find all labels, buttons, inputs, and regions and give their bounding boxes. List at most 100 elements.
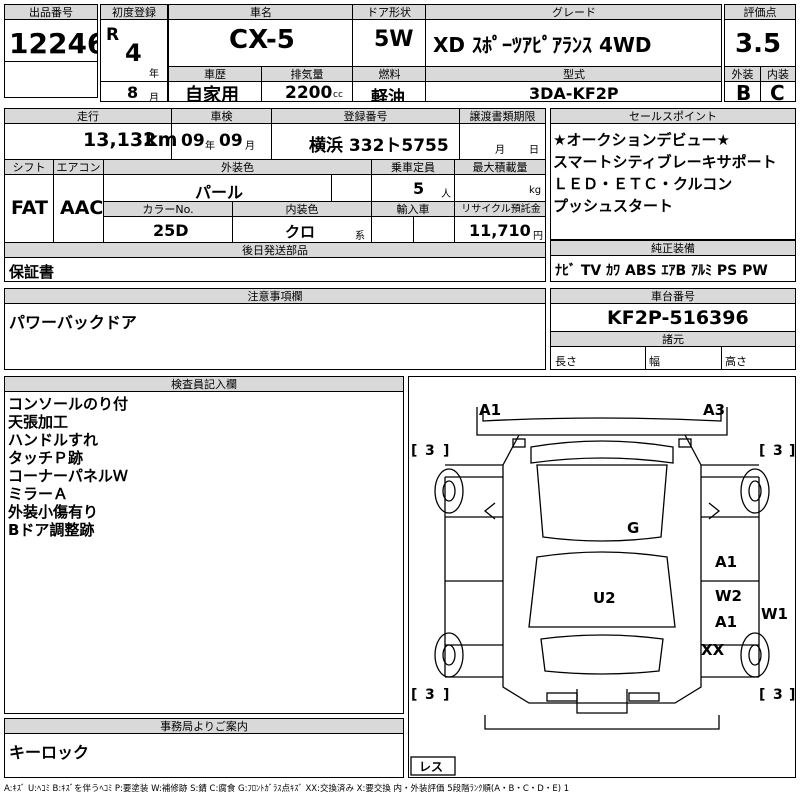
displacement-label: 排気量 [262,67,352,82]
car-diagram: A1 A3 G A1 W2 A1 W1 U2 XX [3] [3] [3] [3… [410,401,795,776]
score-label: 評価点 [725,5,795,20]
recycle-deposit: 11,710 [469,221,531,240]
era: R [106,25,120,45]
exterior-color: パール [195,183,244,202]
inspector-note: コンソールのり付 [8,395,129,413]
inspector-label: 検査員記入欄 [5,377,403,392]
caution-box: 注意事項欄 パワーバックドア [4,288,546,370]
grade: XD ｽﾎﾟｰﾂｱﾋﾟｱﾗﾝｽ 4WD [433,33,652,57]
tire-tread: 3 [773,443,783,459]
month-suffix: 月 [149,93,159,102]
interior-color-suffix: 系 [355,231,365,242]
spare-tire: レス [419,760,443,774]
deferred-parts-label: 後日発送部品 [5,243,545,258]
inspector-note: ハンドルすれ [8,431,99,449]
sales-point-line: プッシュスタート [553,197,674,215]
registration-number: 横浜 332ト5755 [309,136,449,156]
svg-text:]: ] [789,443,795,459]
svg-text:[: [ [759,687,765,703]
shift-label: シフト [5,160,53,175]
door-label: ドア形状 [353,5,425,20]
svg-text:]: ] [443,443,449,459]
tire-tread: 3 [425,443,435,459]
lot-number-label: 出品番号 [5,5,97,20]
damage-mark: W1 [761,605,788,623]
height-label: 高さ [725,355,747,368]
model-name: CX-5 [229,25,295,55]
svg-text:]: ] [789,687,795,703]
color-number-label: カラーNo. [104,202,232,217]
caution: パワーバックドア [9,313,137,332]
lot-number: 12246 [9,27,98,60]
registration-number-label: 登録番号 [272,109,459,124]
interior-grade: C [770,81,785,102]
length-label: 長さ [555,355,577,368]
inspector-note: タッチＰ跡 [8,449,84,467]
damage-mark: A1 [479,401,501,419]
shift: FAT [11,197,48,219]
vehicle-details: 走行 車検 登録番号 譲渡書類期限 13,132 km 09 年 09 月 横浜… [4,108,546,282]
sales-point-line: スマートシティブレーキサポート [553,153,777,171]
grade-label: グレード [426,5,721,20]
equipment: ﾅﾋﾞ TV ｶﾜ ABS ｴｱB ｱﾙﾐ PS PW [555,263,768,279]
score-box: 評価点 3.5 外装 内装 B C [724,4,796,102]
year-suffix: 年 [149,69,159,80]
inspection-label: 車検 [172,109,271,124]
import-label: 輸入車 [372,202,454,217]
mileage-label: 走行 [5,109,171,124]
damage-mark: XX [701,641,725,659]
capacity-label: 乗車定員 [372,160,454,175]
score: 3.5 [735,29,782,59]
fuel-label: 燃料 [353,67,426,82]
sales-point-line: ★オークションデビュー★ [553,131,730,149]
legend: A:ｷｽﾞ U:ﾍｺﾐ B:ｷｽﾞを伴うﾍｺﾐ P:要塗装 W:補修跡 S:錆 … [4,784,570,794]
first-registration-label: 初度登録 [101,5,167,20]
damage-mark: W2 [715,587,742,605]
registration-year: 4 [125,39,142,67]
width-label: 幅 [649,355,660,368]
transfer-day: 日 [529,145,539,156]
svg-text:[: [ [411,687,417,703]
inspector-note: コーナーパネルＷ [8,467,128,485]
svg-text:[: [ [411,443,417,459]
exterior-grade: B [736,81,752,102]
inspection-month-suffix: 月 [245,141,255,152]
max-load-unit: kg [529,185,542,196]
history: 自家用 [185,85,239,102]
equipment-box: 純正装備 ﾅﾋﾞ TV ｶﾜ ABS ｴｱB ｱﾙﾐ PS PW [550,240,796,282]
chassis-number: KF2P-516396 [607,307,749,329]
caution-label: 注意事項欄 [5,289,545,304]
registration-month: 8 [127,83,139,102]
inspector-note: ミラーＡ [8,485,69,503]
interior-grade-label: 内装 [761,67,795,82]
inspector-note: 外装小傷有り [8,503,99,521]
office-label: 事務局よりご案内 [5,719,403,734]
chassis-box: 車台番号 KF2P-516396 諸元 長さ 幅 高さ [550,288,796,370]
door-type: 5W [374,27,414,52]
displacement: 2200 [285,83,333,102]
capacity: 5 [413,179,425,198]
sales-points-box: セールスポイント ★オークションデビュー★ スマートシティブレーキサポート ＬＥ… [550,108,796,240]
transfer-month: 月 [495,145,505,156]
tire-tread: 3 [773,687,783,703]
inspector-box: 検査員記入欄 コンソールのり付 天張加工 ハンドルすれ タッチＰ跡 コーナーパネ… [4,376,404,714]
max-load-label: 最大積載量 [455,160,545,175]
damage-mark: A1 [715,613,737,631]
displacement-unit: cc [333,90,343,100]
chassis-label: 車台番号 [551,289,795,304]
type-label: 型式 [426,67,721,82]
inspection-year: 09 [181,131,205,151]
damage-mark: U2 [593,589,616,607]
damage-mark: A3 [703,401,725,419]
history-label: 車歴 [169,67,261,82]
inspector-note: 天張加工 [8,413,69,431]
svg-text:]: ] [443,687,449,703]
equipment-label: 純正装備 [551,241,795,256]
damage-diagram-box: A1 A3 G A1 W2 A1 W1 U2 XX [3] [3] [3] [3… [408,376,796,778]
first-registration-box: 初度登録 R 4 年 8 月 [100,4,168,102]
tire-tread: 3 [425,687,435,703]
inspection-year-suffix: 年 [205,141,215,152]
inspector-note: Bドア調整跡 [8,521,95,539]
air-conditioner: AAC [60,197,104,219]
deferred-parts: 保証書 [9,263,55,281]
